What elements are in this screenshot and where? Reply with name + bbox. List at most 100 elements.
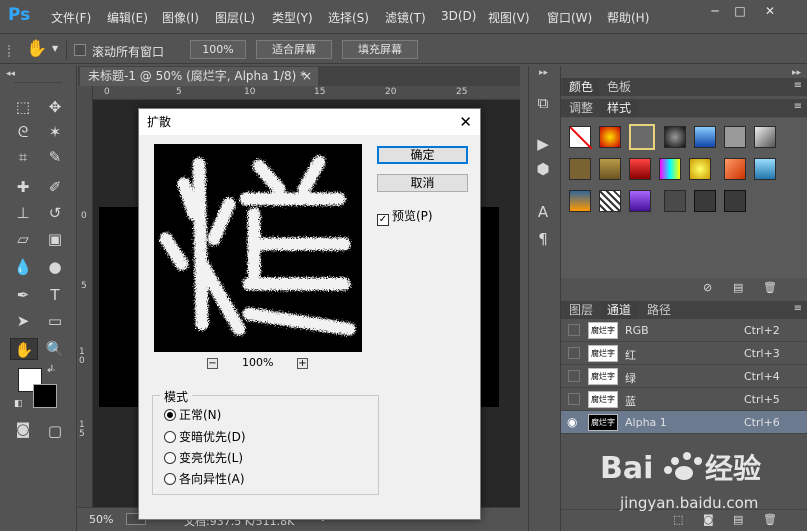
zoom-tool-icon[interactable]: 🔍 bbox=[44, 338, 66, 360]
tab-color[interactable]: 颜色 bbox=[563, 78, 600, 96]
style-swatch[interactable] bbox=[664, 126, 686, 148]
channel-row-blue[interactable]: 腐烂字 蓝 Ctrl+5 bbox=[561, 388, 807, 411]
zoom-out-button[interactable]: − bbox=[207, 358, 218, 369]
panel-menu-icon[interactable]: ≡ bbox=[794, 80, 802, 91]
style-swatch[interactable] bbox=[659, 158, 681, 180]
close-window-button[interactable]: ✕ bbox=[760, 3, 780, 19]
no-style-icon[interactable]: ⊘ bbox=[703, 281, 712, 294]
character-panel-icon[interactable]: A bbox=[532, 201, 554, 223]
panel-menu-icon[interactable]: ≡ bbox=[794, 101, 802, 112]
hand-tool-active-icon[interactable]: ✋ bbox=[10, 338, 38, 360]
swap-colors-icon[interactable]: ↲ bbox=[46, 364, 54, 375]
zoom-100-button[interactable]: 100% bbox=[190, 40, 246, 59]
rectangle-tool-icon[interactable]: ▭ bbox=[44, 310, 66, 332]
close-icon[interactable]: ✕ bbox=[459, 113, 472, 131]
channel-row-alpha1[interactable]: ◉ 腐烂字 Alpha 1 Ctrl+6 bbox=[561, 411, 807, 434]
style-swatch[interactable] bbox=[569, 190, 591, 212]
fill-screen-button[interactable]: 填充屏幕 bbox=[342, 40, 418, 59]
default-colors-icon[interactable]: ◧ bbox=[14, 399, 23, 409]
visibility-toggle[interactable] bbox=[568, 370, 580, 382]
ok-button[interactable]: 确定 bbox=[377, 146, 468, 164]
eyedropper-tool-icon[interactable]: ✎ bbox=[44, 146, 66, 168]
tab-channels[interactable]: 通道 bbox=[601, 301, 638, 319]
panel-menu-icon[interactable]: ≡ bbox=[794, 303, 802, 314]
style-swatch[interactable] bbox=[724, 126, 746, 148]
tool-preset-dropdown-icon[interactable]: ▼ bbox=[52, 44, 58, 53]
path-selection-tool-icon[interactable]: ➤ bbox=[12, 310, 34, 332]
visibility-toggle[interactable] bbox=[568, 347, 580, 359]
cancel-button[interactable]: 取消 bbox=[377, 174, 468, 192]
hand-tool-icon[interactable]: ✋ bbox=[26, 39, 47, 59]
fit-screen-button[interactable]: 适合屏幕 bbox=[256, 40, 332, 59]
menu-file[interactable]: 文件(F) bbox=[51, 9, 91, 26]
menu-edit[interactable]: 编辑(E) bbox=[107, 9, 148, 26]
style-swatch-selected[interactable] bbox=[629, 124, 655, 150]
background-color-swatch[interactable] bbox=[33, 384, 57, 408]
status-zoom[interactable]: 50% bbox=[89, 513, 113, 526]
style-swatch[interactable] bbox=[599, 190, 621, 212]
style-swatch[interactable] bbox=[629, 158, 651, 180]
move-tool-icon[interactable]: ✥ bbox=[44, 96, 66, 118]
radio-button[interactable] bbox=[164, 473, 176, 485]
style-swatch[interactable] bbox=[724, 190, 746, 212]
menu-image[interactable]: 图像(I) bbox=[162, 9, 199, 26]
style-swatch[interactable] bbox=[599, 158, 621, 180]
style-swatch[interactable] bbox=[599, 126, 621, 148]
mode-option-lighten[interactable]: 变亮优先(L) bbox=[164, 450, 243, 466]
close-document-icon[interactable]: × bbox=[302, 67, 312, 86]
tab-layers[interactable]: 图层 bbox=[563, 301, 599, 319]
tab-styles[interactable]: 样式 bbox=[601, 99, 638, 117]
marquee-tool-icon[interactable]: ⬚ bbox=[12, 96, 34, 118]
screen-mode-icon[interactable]: ▢ bbox=[44, 420, 66, 442]
clone-stamp-tool-icon[interactable]: ⊥ bbox=[12, 202, 34, 224]
filter-preview[interactable] bbox=[154, 144, 362, 352]
gradient-tool-icon[interactable]: ▣ bbox=[44, 228, 66, 250]
delete-style-icon[interactable]: 🗑 bbox=[763, 281, 777, 294]
3d-panel-icon[interactable]: ⬢ bbox=[532, 158, 554, 180]
style-swatch[interactable] bbox=[664, 190, 686, 212]
history-brush-tool-icon[interactable]: ↺ bbox=[44, 202, 66, 224]
type-tool-icon[interactable]: T bbox=[44, 284, 66, 306]
eraser-tool-icon[interactable]: ▱ bbox=[12, 228, 34, 250]
dialog-titlebar[interactable]: 扩散 ✕ bbox=[139, 109, 480, 135]
style-swatch[interactable] bbox=[754, 158, 776, 180]
new-style-icon[interactable]: ▤ bbox=[733, 281, 743, 294]
document-tab[interactable]: 未标题-1 @ 50% (腐烂字, Alpha 1/8) * × bbox=[80, 67, 318, 86]
preview-checkbox-row[interactable]: ✓ 预览(P) bbox=[377, 207, 433, 226]
maximize-button[interactable]: □ bbox=[730, 3, 750, 19]
mode-option-normal[interactable]: 正常(N) bbox=[164, 407, 221, 423]
channel-row-rgb[interactable]: 腐烂字 RGB Ctrl+2 bbox=[561, 319, 807, 342]
crop-tool-icon[interactable]: ⌗ bbox=[12, 146, 34, 168]
radio-button[interactable] bbox=[164, 409, 176, 421]
scroll-all-windows-checkbox[interactable] bbox=[74, 44, 86, 56]
history-panel-icon[interactable]: ⧉ bbox=[532, 92, 554, 114]
radio-button[interactable] bbox=[164, 452, 176, 464]
tab-adjustments[interactable]: 调整 bbox=[563, 99, 599, 117]
healing-brush-tool-icon[interactable]: ✚ bbox=[12, 176, 34, 198]
collapse-strip-icon[interactable]: ▸▸ bbox=[539, 68, 548, 78]
lasso-tool-icon[interactable]: ᘓ bbox=[12, 121, 34, 143]
options-grip[interactable] bbox=[8, 45, 14, 57]
channel-row-red[interactable]: 腐烂字 红 Ctrl+3 bbox=[561, 342, 807, 365]
radio-button[interactable] bbox=[164, 431, 176, 443]
preview-checkbox[interactable]: ✓ bbox=[377, 214, 389, 226]
minimize-button[interactable]: ─ bbox=[705, 3, 725, 19]
brush-tool-icon[interactable]: ✐ bbox=[44, 176, 66, 198]
style-swatch-none[interactable] bbox=[569, 126, 593, 150]
menu-filter[interactable]: 滤镜(T) bbox=[385, 9, 426, 26]
blur-tool-icon[interactable]: 💧 bbox=[12, 256, 34, 278]
visibility-toggle[interactable] bbox=[568, 393, 580, 405]
menu-window[interactable]: 窗口(W) bbox=[547, 9, 592, 26]
zoom-in-button[interactable]: + bbox=[297, 358, 308, 369]
visibility-toggle[interactable] bbox=[568, 324, 580, 336]
style-swatch[interactable] bbox=[629, 190, 651, 212]
collapse-toolbar-icon[interactable]: ◂◂ bbox=[6, 69, 15, 79]
tab-swatches[interactable]: 色板 bbox=[601, 78, 637, 96]
menu-type[interactable]: 类型(Y) bbox=[272, 9, 313, 26]
magic-wand-tool-icon[interactable]: ✶ bbox=[44, 121, 66, 143]
menu-select[interactable]: 选择(S) bbox=[328, 9, 369, 26]
quick-mask-icon[interactable]: ◙ bbox=[12, 418, 34, 440]
mode-option-anisotropic[interactable]: 各向异性(A) bbox=[164, 471, 245, 487]
menu-3d[interactable]: 3D(D) bbox=[441, 9, 476, 23]
style-swatch[interactable] bbox=[724, 158, 746, 180]
